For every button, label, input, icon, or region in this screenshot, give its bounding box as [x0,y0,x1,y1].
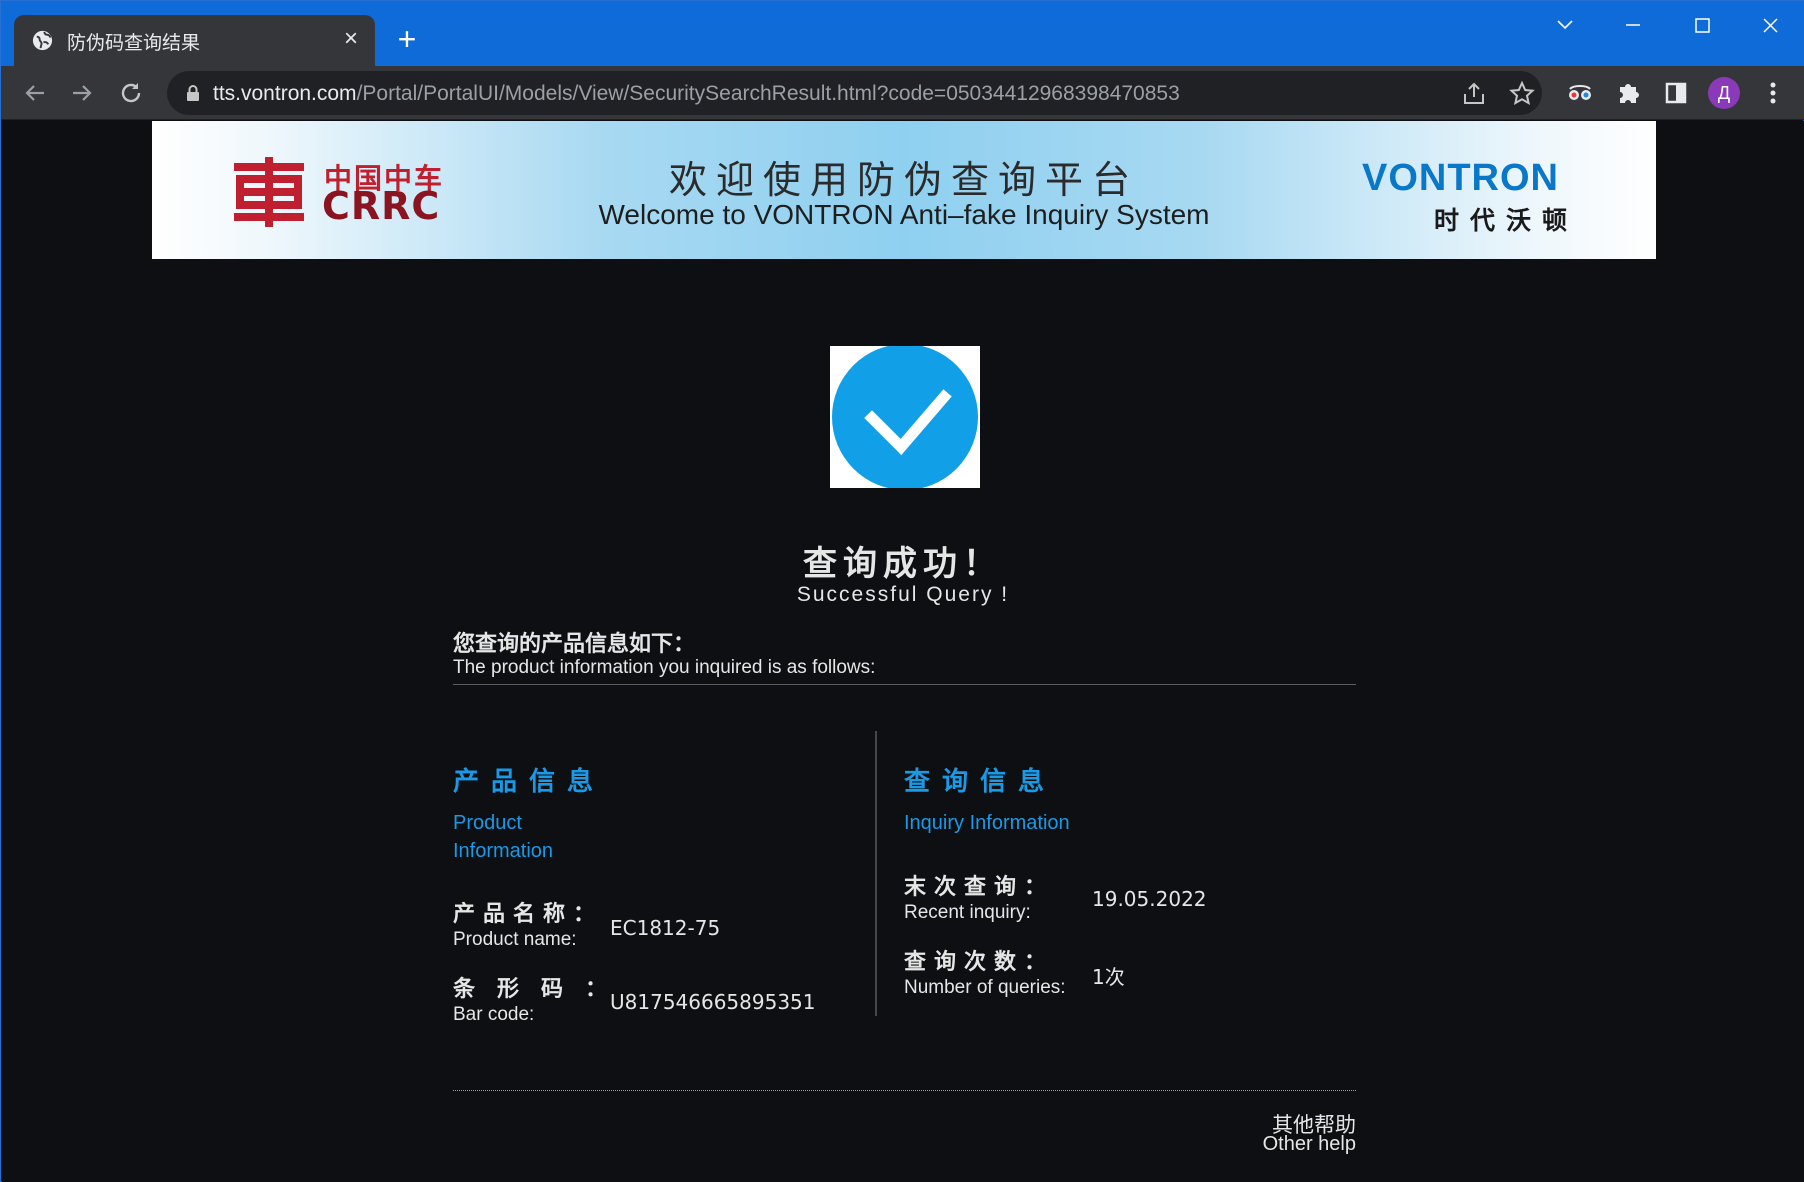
intro-text-en: The product information you inquired is … [453,657,876,678]
recent-inquiry-label-en: Recent inquiry: [904,902,1031,923]
browser-toolbar: tts.vontron.com/Portal/PortalUI/Models/V… [1,66,1804,120]
title-bar: 防伪码查询结果 × + [1,1,1804,66]
product-section-title-en-2: Information [453,840,554,862]
extension-glasses-icon[interactable] [1564,77,1596,109]
new-tab-button[interactable]: + [391,23,423,57]
vontron-logo-cn: 时代沃顿 [1434,206,1579,235]
column-divider [875,731,877,1016]
profile-avatar[interactable]: Д [1708,77,1740,109]
divider-bottom [453,1090,1356,1091]
success-title-cn: 查询成功！ [803,544,1003,584]
tab-search-chevron-icon[interactable] [1545,11,1585,41]
barcode-label-cn: 条形码： [453,977,630,1002]
barcode-label-en: Bar code: [453,1004,535,1025]
product-section-title-cn: 产品信息 [453,767,606,797]
side-panel-icon[interactable] [1660,77,1692,109]
product-name-label-en: Product name: [453,929,577,950]
recent-inquiry-label-cn: 末次查询： [904,875,1055,900]
barcode-value: U817546665895351 [610,990,816,1014]
forward-arrow-icon[interactable] [66,77,98,109]
close-window-icon[interactable] [1750,11,1790,41]
success-check-icon [830,344,980,490]
other-help-link-en[interactable]: Other help [1206,1133,1356,1156]
web-page: 中国中车 CRRC 欢迎使用防伪查询平台 Welcome to VONTRON … [2,121,1804,1182]
query-count-label-en: Number of queries: [904,977,1066,998]
success-title-en: Successful Query ! [796,583,1010,606]
close-tab-icon[interactable]: × [339,27,363,52]
intro-text-cn: 您查询的产品信息如下： [453,632,696,657]
inquiry-section-title-cn: 查询信息 [904,767,1057,797]
query-count-label-cn: 查询次数： [904,950,1055,975]
divider-top [453,684,1356,685]
banner-title-en: Welcome to VONTRON Anti–fake Inquiry Sys… [598,199,1210,230]
lock-icon[interactable] [185,84,201,102]
query-count-value: 1次 [1092,965,1125,989]
bookmark-star-icon[interactable] [1508,80,1536,108]
product-name-value: EC1812-75 [610,916,721,940]
vontron-logo-en: VONTRON [1362,157,1559,199]
reload-icon[interactable] [115,77,147,109]
share-icon[interactable] [1460,80,1488,108]
browser-window: 防伪码查询结果 × + tts.vontron.com/Portal/Porta… [0,0,1804,1182]
product-name-label-cn: 产品名称： [453,902,604,927]
globe-icon [31,29,54,52]
back-arrow-icon[interactable] [19,77,51,109]
url-text[interactable]: tts.vontron.com/Portal/PortalUI/Models/V… [213,82,1180,106]
menu-kebab-icon[interactable] [1757,77,1789,109]
header-banner: 中国中车 CRRC 欢迎使用防伪查询平台 Welcome to VONTRON … [152,121,1656,259]
recent-inquiry-value: 19.05.2022 [1092,887,1207,911]
extensions-puzzle-icon[interactable] [1612,77,1644,109]
browser-tab[interactable]: 防伪码查询结果 × [14,15,375,66]
product-section-title-en-1: Product [453,812,522,834]
minimize-icon[interactable] [1613,11,1653,41]
inquiry-section-title-en: Inquiry Information [904,812,1070,834]
address-bar[interactable]: tts.vontron.com/Portal/PortalUI/Models/V… [167,71,1542,115]
tab-title: 防伪码查询结果 [67,32,201,54]
maximize-icon[interactable] [1682,11,1722,41]
